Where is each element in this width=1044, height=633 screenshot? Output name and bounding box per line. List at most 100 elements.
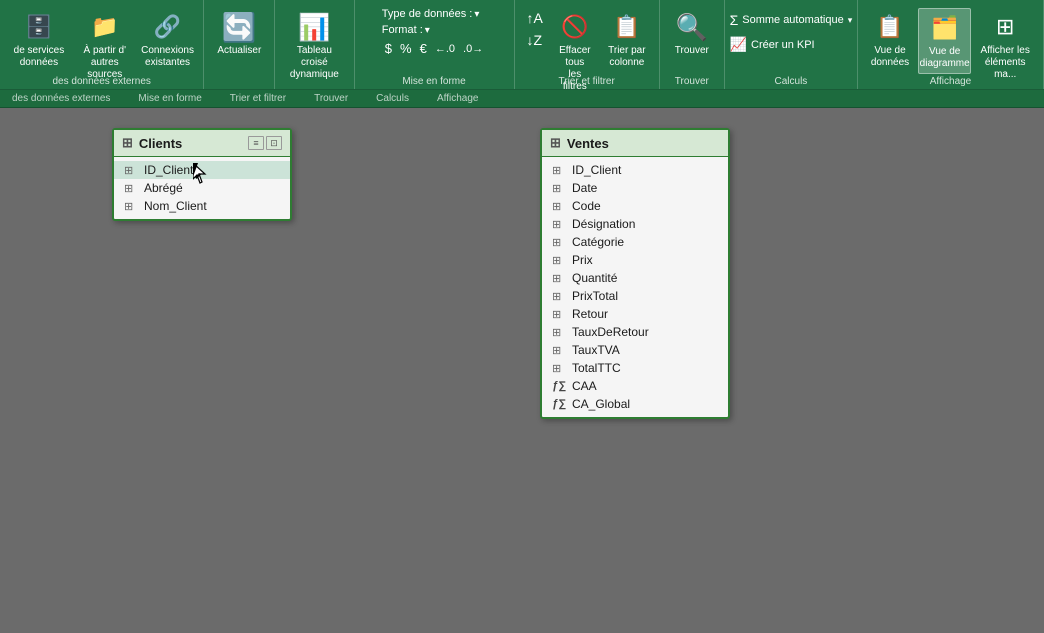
bottom-label-format[interactable]: Mise en forme bbox=[134, 93, 205, 104]
mise-en-forme-group-label: Mise en forme bbox=[355, 76, 514, 87]
ventes-field-retour[interactable]: ⊞ Retour bbox=[542, 305, 728, 323]
find-button[interactable]: 🔍 Trouver bbox=[668, 8, 716, 60]
pivot-button[interactable]: 📊 Tableau croisédynamique bbox=[283, 8, 345, 84]
date-field-label: Date bbox=[572, 181, 597, 195]
sort-by-column-label: Trier parcolonne bbox=[608, 45, 645, 69]
prixtotal-table-icon: ⊞ bbox=[552, 290, 566, 303]
ribbon: 🗄️ de services données 📁 À partir d'autr… bbox=[0, 0, 1044, 90]
sort-az-za: ↑A ↓Z bbox=[523, 8, 547, 50]
ventes-field-ca-global[interactable]: ƒ∑ CA_Global bbox=[542, 395, 728, 413]
ventes-field-date[interactable]: ⊞ Date bbox=[542, 179, 728, 197]
ribbon-group-trier: ↑A ↓Z 🚫 Effacer tousles filtres 📋 Trier … bbox=[515, 0, 660, 89]
ribbon-group-refresh: 🔄 Actualiser bbox=[204, 0, 275, 89]
clients-field-nom-client[interactable]: ⊞ Nom_Client bbox=[114, 197, 290, 215]
clients-minimize-btn[interactable]: ≡ bbox=[248, 136, 264, 150]
ventes-title-text: Ventes bbox=[567, 136, 609, 151]
retour-table-icon: ⊞ bbox=[552, 308, 566, 321]
clients-expand-btn[interactable]: ⊡ bbox=[266, 136, 282, 150]
format-symbols-row: $ % € ←.0 .0→ bbox=[382, 40, 486, 57]
id_client-field-label: ID_Client bbox=[572, 163, 621, 177]
abrege-label: Abrégé bbox=[144, 181, 183, 195]
clients-card-header: ⊞ Clients ≡ ⊡ bbox=[114, 130, 290, 157]
percent-btn[interactable]: % bbox=[397, 40, 415, 57]
find-label: Trouver bbox=[675, 45, 709, 57]
bottom-label-find[interactable]: Trouver bbox=[310, 93, 352, 104]
kpi-icon: 📈 bbox=[730, 36, 747, 53]
bottom-label-affichage[interactable]: Affichage bbox=[433, 93, 483, 104]
prix-field-label: Prix bbox=[572, 253, 593, 267]
afficher-elements-button[interactable]: ⊞ Afficher leséléments ma... bbox=[975, 8, 1035, 84]
format-row-label: Format : ▾ bbox=[382, 24, 430, 36]
clients-field-id-client[interactable]: ⊞ ID_Client bbox=[114, 161, 290, 179]
ventes-field-prixtotal[interactable]: ⊞PrixTotal bbox=[542, 287, 728, 305]
find-icon: 🔍 bbox=[676, 11, 708, 43]
sigma-icon: Σ bbox=[730, 12, 739, 28]
ca_global-field-label: CA_Global bbox=[572, 397, 630, 411]
abrege-icon: ⊞ bbox=[124, 182, 138, 195]
nom-client-label: Nom_Client bbox=[144, 199, 207, 213]
vue-donnees-label: Vue dedonnées bbox=[871, 45, 909, 69]
clients-table-card[interactable]: ⊞ Clients ≡ ⊡ ⊞ ID_Client ⊞ Abrégé ⊞ Nom… bbox=[112, 128, 292, 221]
from-other-sources-button[interactable]: 📁 À partir d'autres sources bbox=[74, 8, 136, 84]
external-data-group-label: des données externes bbox=[0, 76, 203, 87]
kpi-label: Créer un KPI bbox=[751, 39, 815, 51]
sort-za-button[interactable]: ↓Z bbox=[523, 30, 547, 50]
dollar-btn[interactable]: $ bbox=[382, 40, 395, 57]
ventes-field-prix[interactable]: ⊞Prix bbox=[542, 251, 728, 269]
totalttc-table-icon: ⊞ bbox=[552, 362, 566, 375]
calculs-group-label: Calculs bbox=[725, 76, 857, 87]
from-other-icon: 📁 bbox=[89, 11, 121, 43]
ventes-field-totalttc[interactable]: ⊞TotalTTC bbox=[542, 359, 728, 377]
ventes-table-card[interactable]: ⊞ Ventes ⊞ID_Client⊞Date⊞Code⊞Désignatio… bbox=[540, 128, 730, 419]
ventes-field-caa[interactable]: ƒ∑CAA bbox=[542, 377, 728, 395]
ribbon-buttons-format: Type de données : ▾ Format : ▾ $ % € ←.0… bbox=[382, 4, 486, 85]
somme-auto-button[interactable]: Σ Somme automatique ▾ bbox=[726, 10, 857, 30]
ribbon-buttons-find: 🔍 Trouver bbox=[668, 4, 716, 85]
ventes-field-quantit-[interactable]: ⊞Quantité bbox=[542, 269, 728, 287]
ventes-field-id-client[interactable]: ⊞ ID_Client bbox=[542, 161, 728, 179]
services-button[interactable]: 🗄️ de services données bbox=[8, 8, 70, 72]
bottom-label-external[interactable]: des données externes bbox=[8, 93, 114, 104]
ribbon-group-pivot: 📊 Tableau croisédynamique bbox=[275, 0, 354, 89]
bottom-label-calculs[interactable]: Calculs bbox=[372, 93, 413, 104]
retour-field-label: Retour bbox=[572, 307, 608, 321]
connections-button[interactable]: 🔗 Connexionsexistantes bbox=[140, 8, 196, 72]
diagram-canvas: ⊞ Clients ≡ ⊡ ⊞ ID_Client ⊞ Abrégé ⊞ Nom… bbox=[0, 108, 1044, 633]
id_client-table-icon: ⊞ bbox=[552, 164, 566, 177]
tauxtva-field-label: TauxTVA bbox=[572, 343, 620, 357]
euro-btn[interactable]: € bbox=[417, 40, 430, 57]
désignation-field-label: Désignation bbox=[572, 217, 635, 231]
ventes-field-tauxderetour[interactable]: ⊞TauxDeRetour bbox=[542, 323, 728, 341]
code-table-icon: ⊞ bbox=[552, 200, 566, 213]
tauxtva-table-icon: ⊞ bbox=[552, 344, 566, 357]
vue-diagramme-icon: 🗂️ bbox=[929, 12, 961, 44]
connections-icon: 🔗 bbox=[152, 11, 184, 43]
ventes-field-code[interactable]: ⊞Code bbox=[542, 197, 728, 215]
sort-az-icon: ↑A bbox=[527, 10, 543, 26]
ventes-field-tauxtva[interactable]: ⊞ TauxTVA bbox=[542, 341, 728, 359]
vue-donnees-icon: 📋 bbox=[874, 11, 906, 43]
ribbon-group-external-data: 🗄️ de services données 📁 À partir d'autr… bbox=[0, 0, 204, 89]
vue-donnees-button[interactable]: 📋 Vue dedonnées bbox=[866, 8, 914, 72]
trier-group-label: Trier et filtrer bbox=[515, 76, 659, 87]
vue-diagramme-button[interactable]: 🗂️ Vue dediagramme bbox=[918, 8, 971, 74]
refresh-button[interactable]: 🔄 Actualiser bbox=[212, 8, 266, 60]
increase-decimal-btn[interactable]: .0→ bbox=[460, 42, 486, 56]
id-client-icon: ⊞ bbox=[124, 164, 138, 177]
ventes-field-d-signation[interactable]: ⊞Désignation bbox=[542, 215, 728, 233]
bottom-label-sort[interactable]: Trier et filtrer bbox=[226, 93, 290, 104]
sort-by-column-button[interactable]: 📋 Trier parcolonne bbox=[603, 8, 651, 72]
date-table-icon: ⊞ bbox=[552, 182, 566, 195]
ribbon-group-calculs: Σ Somme automatique ▾ 📈 Créer un KPI Cal… bbox=[725, 0, 858, 89]
creer-kpi-button[interactable]: 📈 Créer un KPI bbox=[726, 34, 819, 55]
clients-field-abrege[interactable]: ⊞ Abrégé bbox=[114, 179, 290, 197]
ca_global-sigma-icon: ƒ∑ bbox=[552, 398, 566, 410]
find-group-label: Trouver bbox=[660, 76, 724, 87]
ventes-field-cat-gorie[interactable]: ⊞Catégorie bbox=[542, 233, 728, 251]
ventes-card-header: ⊞ Ventes bbox=[542, 130, 728, 157]
format-label: Format : bbox=[382, 24, 423, 36]
decrease-decimal-btn[interactable]: ←.0 bbox=[432, 42, 458, 56]
sort-az-button[interactable]: ↑A bbox=[523, 8, 547, 28]
quantité-field-label: Quantité bbox=[572, 271, 617, 285]
ribbon-buttons-refresh: 🔄 Actualiser bbox=[212, 4, 266, 85]
